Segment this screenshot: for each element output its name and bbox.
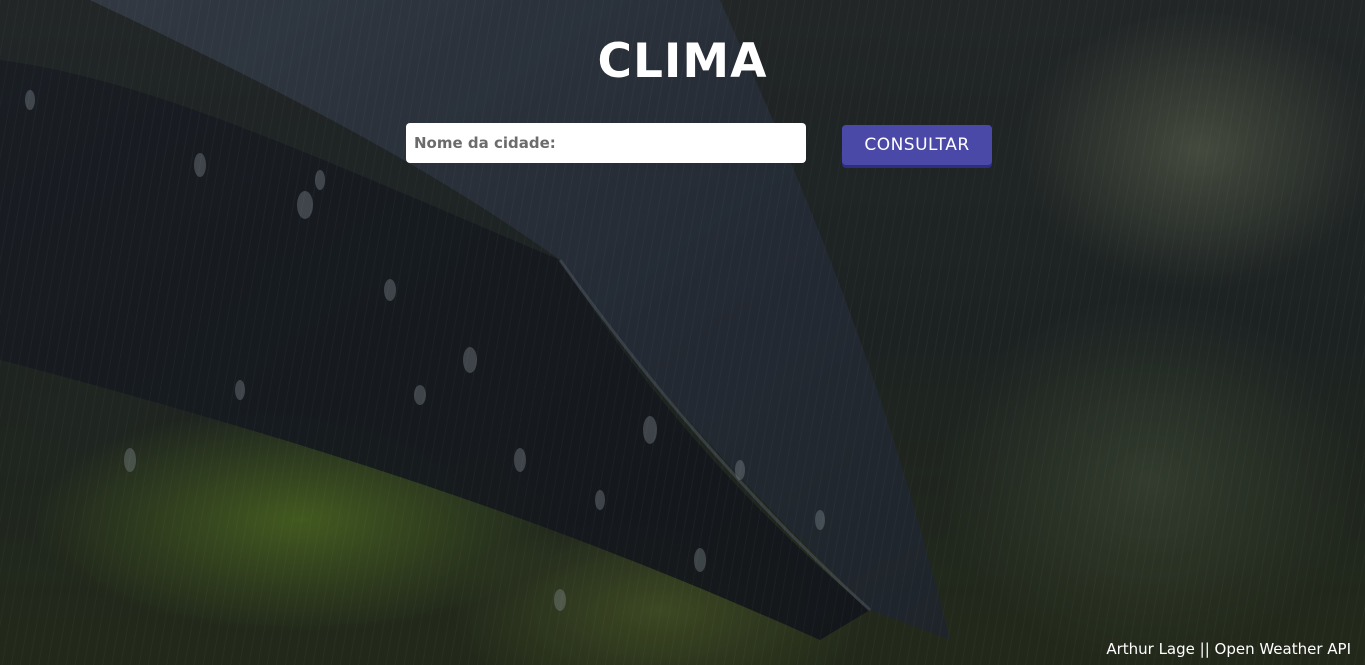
weather-app: CLIMA CONSULTAR Arthur Lage || Open Weat… bbox=[0, 0, 1365, 665]
consult-button[interactable]: CONSULTAR bbox=[842, 125, 992, 165]
background-overlay bbox=[0, 0, 1365, 665]
page-title: CLIMA bbox=[597, 34, 768, 89]
background-photo bbox=[0, 0, 1365, 665]
footer-credit: Arthur Lage || Open Weather API bbox=[1106, 640, 1351, 658]
city-name-input[interactable] bbox=[406, 123, 806, 163]
search-form bbox=[406, 123, 806, 163]
